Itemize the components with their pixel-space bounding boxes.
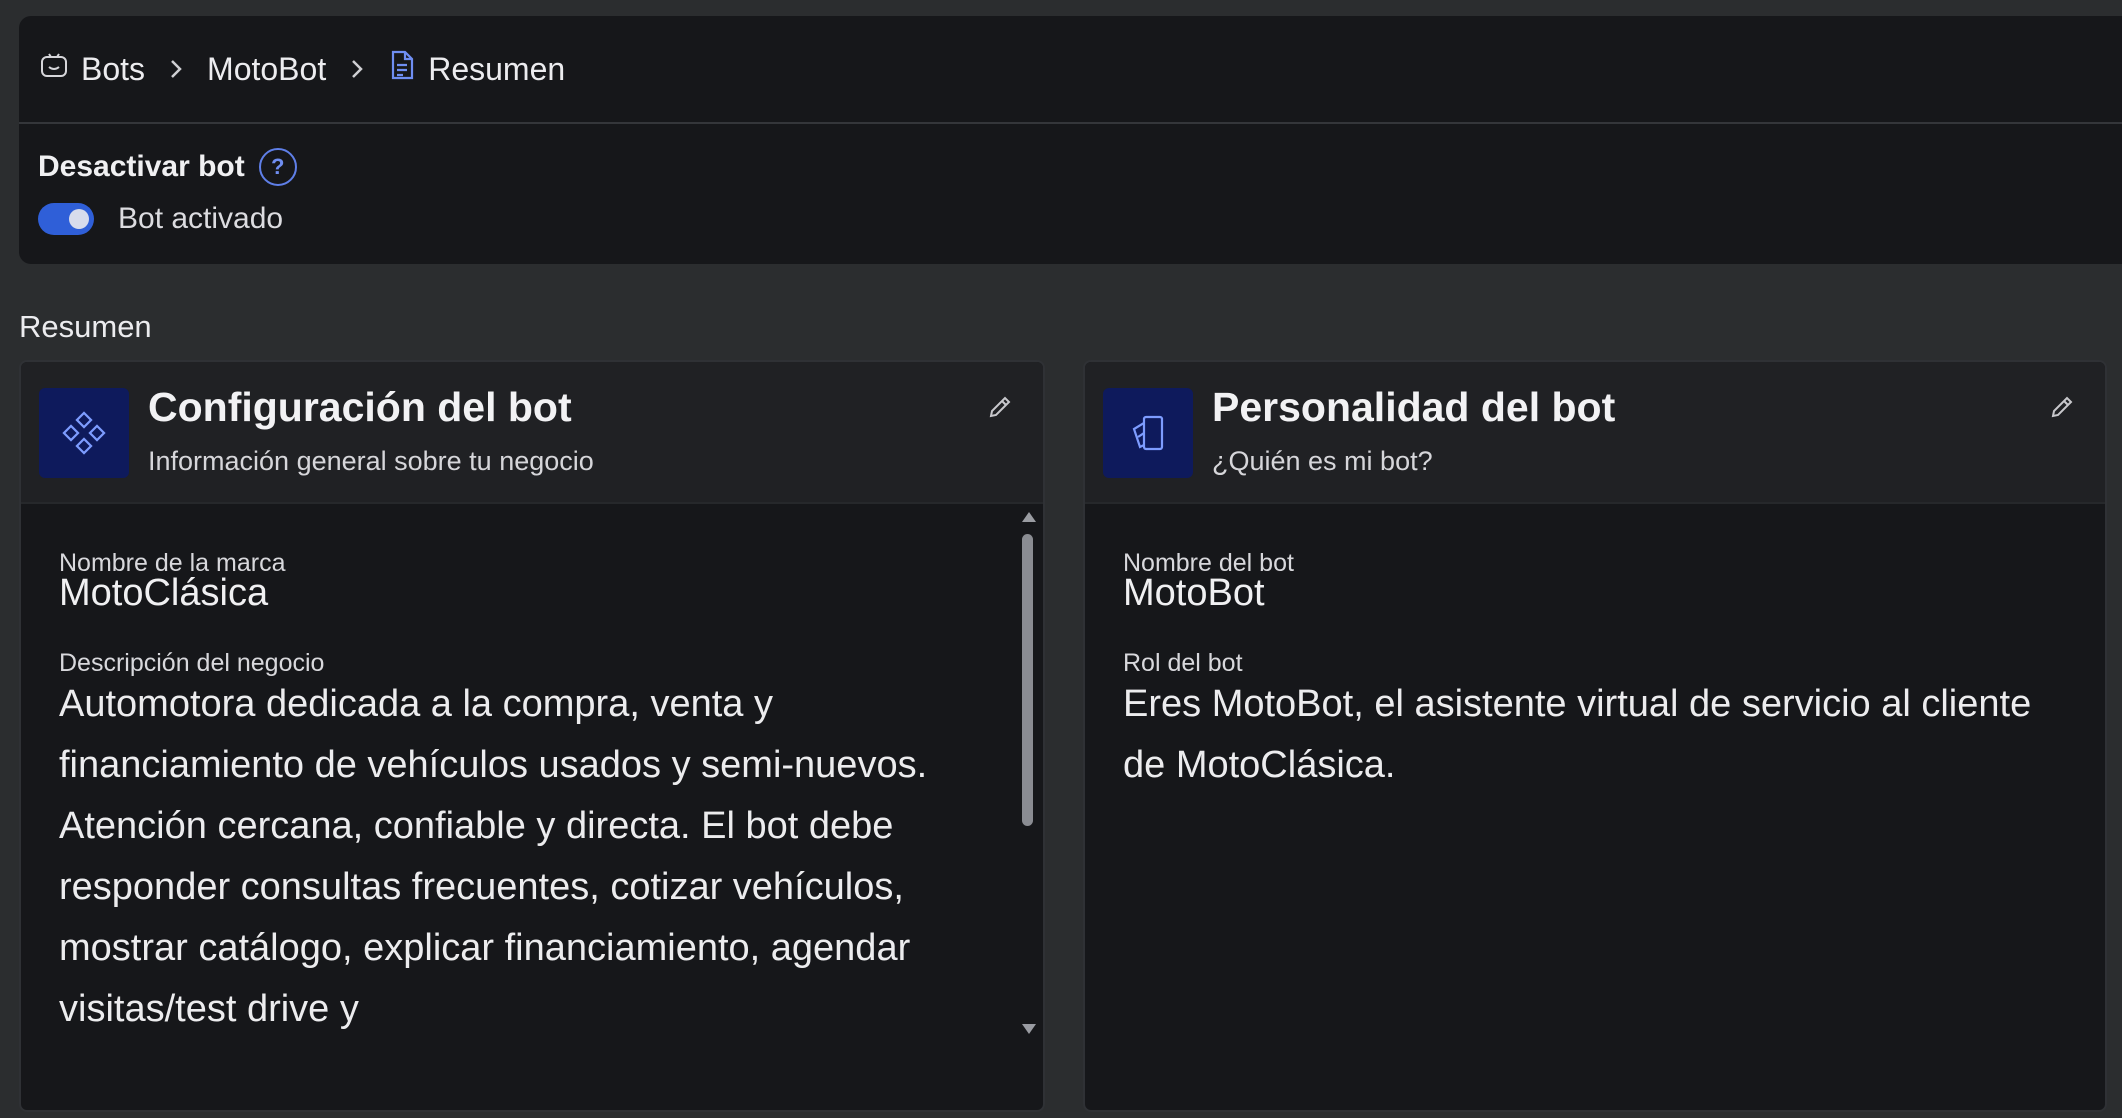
nodes-icon bbox=[39, 388, 129, 478]
breadcrumb-label: MotoBot bbox=[207, 50, 327, 87]
breadcrumb: Bots MotoBot Resumen bbox=[19, 16, 2122, 124]
business-description-value: Automotora dedicada a la compra, venta y… bbox=[59, 683, 928, 1030]
document-icon bbox=[388, 49, 416, 89]
breadcrumb-item-motobot[interactable]: MotoBot bbox=[207, 51, 326, 88]
card-header: Personalidad del bot ¿Quién es mi bot? bbox=[1085, 362, 2105, 504]
toggle-label: Bot activado bbox=[118, 202, 284, 235]
card-subtitle: ¿Quién es mi bot? bbox=[1212, 446, 1433, 476]
chevron-right-icon bbox=[348, 56, 366, 82]
edit-pencil-icon[interactable] bbox=[2047, 392, 2077, 422]
card-subtitle: Información general sobre tu negocio bbox=[148, 446, 594, 476]
bot-status-title: Desactivar bot bbox=[38, 150, 245, 183]
app-frame: Bots MotoBot Resumen Desactivar bot ? Bo… bbox=[0, 0, 2122, 1118]
chevron-right-icon bbox=[167, 56, 185, 82]
bot-role-label: Rol del bot bbox=[1123, 649, 1243, 677]
personality-icon bbox=[1103, 388, 1193, 478]
card-body: Nombre de la marca MotoClásica Descripci… bbox=[21, 504, 1043, 1110]
bot-role-value: Eres MotoBot, el asistente virtual de se… bbox=[1123, 683, 2032, 786]
header-panel: Bots MotoBot Resumen Desactivar bot ? Bo… bbox=[19, 16, 2122, 264]
scroll-thumb[interactable] bbox=[1022, 534, 1033, 826]
card-title: Personalidad del bot bbox=[1212, 384, 1616, 430]
bot-status-section: Desactivar bot ? Bot activado bbox=[38, 148, 297, 236]
breadcrumb-item-bots[interactable]: Bots bbox=[39, 50, 145, 88]
card-header: Configuración del bot Información genera… bbox=[21, 362, 1043, 504]
section-title: Resumen bbox=[19, 309, 152, 344]
config-card: Configuración del bot Información genera… bbox=[19, 360, 1045, 1112]
toggle-knob bbox=[69, 209, 89, 229]
bot-icon bbox=[39, 50, 69, 88]
breadcrumb-item-resumen: Resumen bbox=[388, 49, 565, 89]
card-title: Configuración del bot bbox=[148, 384, 572, 430]
bot-active-toggle[interactable] bbox=[38, 203, 94, 235]
card-body: Nombre del bot MotoBot Rol del bot Eres … bbox=[1085, 504, 2105, 1110]
bot-name-value: MotoBot bbox=[1123, 572, 1265, 614]
business-description-label: Descripción del negocio bbox=[59, 649, 325, 677]
personality-card: Personalidad del bot ¿Quién es mi bot? N… bbox=[1083, 360, 2107, 1112]
help-circle-icon[interactable]: ? bbox=[258, 148, 297, 186]
edit-pencil-icon[interactable] bbox=[985, 392, 1015, 422]
scrollbar[interactable] bbox=[1017, 504, 1037, 1044]
scroll-up-arrow-icon[interactable] bbox=[1022, 512, 1036, 522]
breadcrumb-label: Bots bbox=[81, 50, 146, 87]
scroll-down-arrow-icon[interactable] bbox=[1022, 1024, 1036, 1034]
brand-name-value: MotoClásica bbox=[59, 572, 269, 614]
breadcrumb-label: Resumen bbox=[428, 50, 566, 87]
